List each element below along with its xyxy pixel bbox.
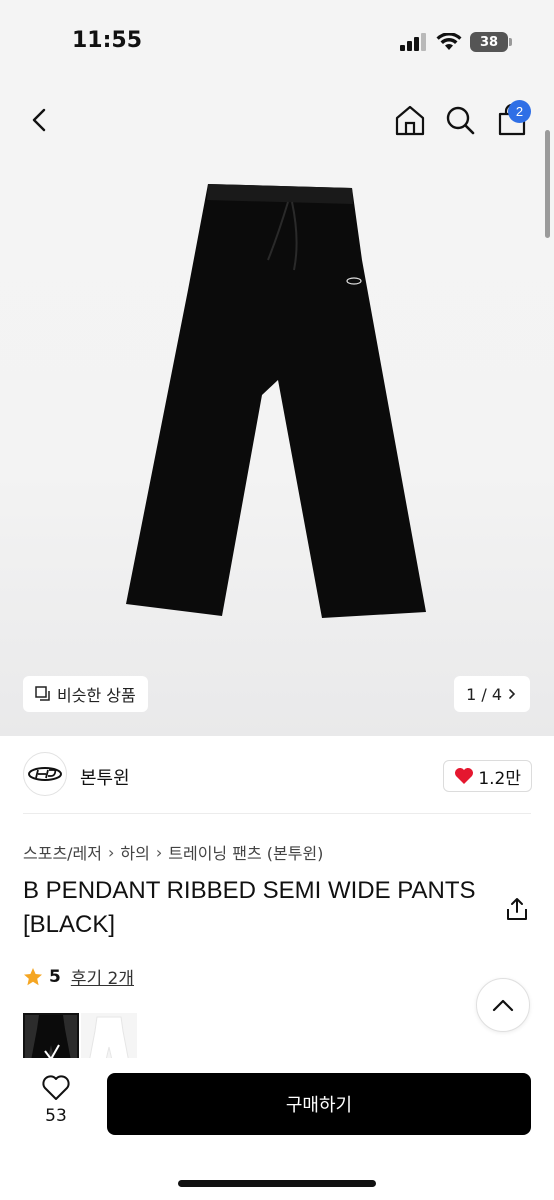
status-icons: 38 xyxy=(400,32,512,52)
cart-count-badge: 2 xyxy=(508,100,531,123)
status-time: 11:55 xyxy=(72,28,143,53)
copy-icon xyxy=(35,686,50,701)
brand-name[interactable]: 본투윈 xyxy=(80,764,130,790)
heart-icon xyxy=(455,768,474,784)
star-icon xyxy=(24,967,42,985)
chevron-up-icon xyxy=(492,999,514,1012)
divider xyxy=(23,813,531,814)
similar-products-label: 비슷한 상품 xyxy=(57,686,136,705)
signal-icon xyxy=(400,33,426,51)
chevron-right-icon xyxy=(509,689,516,699)
brand-row: 본투윈 1.2만 xyxy=(0,752,554,800)
wishlist-button[interactable]: 53 xyxy=(28,1074,84,1134)
brand-logo[interactable] xyxy=(23,752,67,796)
home-icon[interactable] xyxy=(392,102,428,138)
buy-button[interactable]: 구매하기 xyxy=(107,1073,531,1135)
wifi-icon xyxy=(436,33,462,50)
breadcrumb-separator-icon: › xyxy=(155,842,163,862)
breadcrumb-item-bottoms[interactable]: 하의 xyxy=(120,840,149,864)
heart-outline-icon xyxy=(42,1075,70,1100)
share-icon[interactable] xyxy=(504,896,530,922)
similar-products-button[interactable]: 비슷한 상품 xyxy=(23,676,148,712)
home-indicator xyxy=(178,1180,376,1187)
product-image-pants xyxy=(126,184,426,618)
brand-like-button[interactable]: 1.2만 xyxy=(443,760,532,792)
breadcrumb-item-sports[interactable]: 스포츠/레저 xyxy=(23,840,102,864)
brand-logo-mark xyxy=(28,767,62,781)
breadcrumb-separator-icon: › xyxy=(108,842,115,862)
status-bar: 11:55 38 xyxy=(0,0,554,84)
chevron-left-icon[interactable] xyxy=(22,102,58,138)
battery-indicator: 38 xyxy=(470,32,512,52)
breadcrumb-item-training-pants[interactable]: 트레이닝 팬츠 (본투윈) xyxy=(168,840,323,864)
brand-like-count: 1.2만 xyxy=(478,768,521,789)
rating-score: 5 xyxy=(49,966,61,987)
search-icon[interactable] xyxy=(442,102,478,138)
product-title: B PENDANT RIBBED SEMI WIDE PANTS [BLACK] xyxy=(23,877,476,938)
reviews-link[interactable]: 후기 2개 xyxy=(71,964,134,989)
image-page-indicator[interactable]: 1 / 4 xyxy=(454,676,530,712)
product-gallery[interactable]: 2 비슷한 상품 1 / 4 xyxy=(0,84,554,736)
wishlist-count: 53 xyxy=(45,1106,67,1126)
page-indicator-text: 1 / 4 xyxy=(466,684,502,704)
scroll-to-top-button[interactable] xyxy=(476,978,530,1032)
scrollbar[interactable] xyxy=(545,130,550,238)
bottom-action-bar: 53 구매하기 xyxy=(0,1058,554,1200)
breadcrumb: 스포츠/레저 › 하의 › 트레이닝 팬츠 (본투윈) xyxy=(23,840,323,864)
product-rating: 5 후기 2개 xyxy=(23,964,134,989)
